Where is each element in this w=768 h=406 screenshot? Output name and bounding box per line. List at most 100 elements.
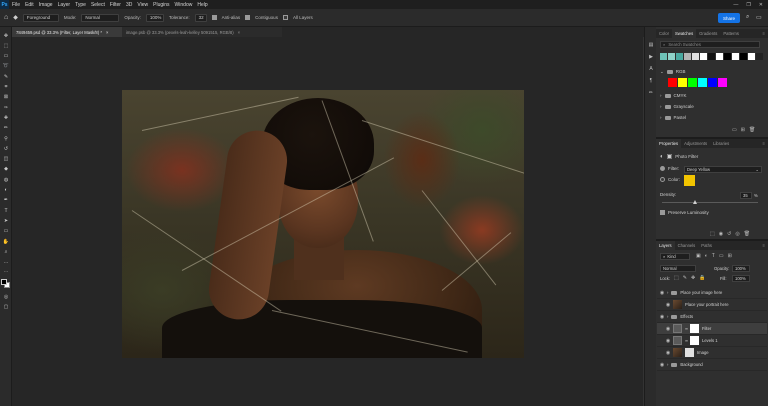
document-tab-2[interactable]: image.psb @ 33.3% (pexels-leah-kelley 50… — [122, 27, 282, 37]
visibility-eye-icon[interactable]: ◉ — [663, 347, 673, 359]
delete-icon[interactable]: 🗑 — [744, 231, 750, 237]
tab-channels[interactable]: Channels — [675, 241, 699, 250]
paint-bucket-icon[interactable]: ◆ — [13, 14, 18, 21]
visibility-eye-icon[interactable]: ◉ — [657, 359, 667, 371]
frame-tool-icon[interactable]: ⊠ — [2, 94, 10, 101]
swatch-folder-cmyk[interactable]: › CMYK — [660, 91, 764, 100]
clone-stamp-icon[interactable]: ⚲ — [2, 135, 10, 142]
quick-mask-icon[interactable]: ◎ — [2, 293, 10, 300]
history-brush-icon[interactable]: ↺ — [2, 145, 10, 152]
tab-patterns[interactable]: Patterns — [720, 29, 742, 38]
density-input[interactable]: 35 — [740, 192, 752, 199]
lock-pixels-icon[interactable]: ✎ — [683, 275, 687, 281]
layer-row[interactable]: ◉ Place your portrait here — [657, 299, 767, 311]
healing-brush-icon[interactable]: ✚ — [2, 114, 10, 121]
all-layers-checkbox[interactable] — [282, 15, 288, 20]
eraser-tool-icon[interactable]: ◫ — [2, 156, 10, 163]
rgb-swatch[interactable] — [668, 78, 677, 87]
panel-menu-icon[interactable]: ≡ — [760, 29, 768, 38]
menu-edit[interactable]: Edit — [25, 2, 34, 8]
character-panel-icon[interactable]: A — [647, 65, 655, 72]
type-filter-icon[interactable]: T — [712, 253, 715, 259]
layer-row[interactable]: ◉ Image — [657, 347, 767, 359]
close-icon[interactable]: × — [238, 30, 240, 35]
filter-select[interactable]: Deep Yellow ⌄ — [684, 166, 762, 173]
recent-swatch[interactable] — [732, 53, 739, 60]
menu-image[interactable]: Image — [39, 2, 53, 8]
pixel-filter-icon[interactable]: ▣ — [696, 253, 701, 259]
chevron-right-icon[interactable]: › — [667, 362, 668, 367]
home-icon[interactable]: ⌂ — [4, 14, 8, 21]
layer-row[interactable]: ◉ › Place your image here — [657, 287, 767, 299]
recent-swatch[interactable] — [676, 53, 683, 60]
tab-properties[interactable]: Properties — [656, 139, 682, 148]
visibility-eye-icon[interactable]: ◉ — [663, 299, 673, 311]
visibility-eye-icon[interactable]: ◉ — [657, 287, 667, 299]
quick-select-icon[interactable]: ✎ — [2, 73, 10, 80]
menu-filter[interactable]: Filter — [110, 2, 121, 8]
layer-row[interactable]: ◉ › Effects — [657, 311, 767, 323]
blend-mode-select[interactable]: Normal — [660, 265, 696, 272]
more-tools-icon[interactable]: … — [2, 259, 10, 266]
swatch-folder-rgb[interactable]: ⌄ RGB — [660, 67, 764, 76]
recent-swatch[interactable] — [756, 53, 763, 60]
panel-menu-icon[interactable]: ≡ — [760, 241, 768, 250]
artboard-tool-icon[interactable]: ⬚ — [2, 42, 10, 49]
rgb-swatch[interactable] — [678, 78, 687, 87]
minimize-icon[interactable]: — — [733, 2, 738, 8]
move-tool-icon[interactable]: ✥ — [2, 32, 10, 39]
brush-tool-icon[interactable]: ✏ — [2, 125, 10, 132]
layer-opacity-input[interactable]: 100% — [732, 265, 750, 272]
swatch-folder-grayscale[interactable]: › Grayscale — [660, 102, 764, 111]
recent-swatch[interactable] — [740, 53, 747, 60]
zoom-tool-icon[interactable]: ⌕ — [2, 248, 10, 255]
menu-select[interactable]: Select — [91, 2, 105, 8]
tab-paths[interactable]: Paths — [698, 241, 715, 250]
rgb-swatch[interactable] — [688, 78, 697, 87]
recent-swatch[interactable] — [700, 53, 707, 60]
folder-icon[interactable]: ▭ — [732, 127, 737, 133]
rgb-swatch[interactable] — [698, 78, 707, 87]
adjustment-filter-icon[interactable]: ◐ — [705, 253, 708, 259]
recent-swatch[interactable] — [716, 53, 723, 60]
foreground-color-swatch[interactable] — [1, 279, 7, 285]
screen-mode-icon[interactable]: ▢ — [2, 303, 10, 310]
fill-input[interactable]: 100% — [732, 275, 750, 282]
rgb-swatch[interactable] — [718, 78, 727, 87]
close-icon[interactable]: ✕ — [759, 2, 763, 8]
visibility-eye-icon[interactable]: ◉ — [663, 323, 673, 335]
lasso-tool-icon[interactable]: ➰ — [2, 63, 10, 70]
visibility-icon[interactable]: ◎ — [735, 231, 739, 237]
shape-filter-icon[interactable]: ▭ — [719, 253, 724, 259]
paint-bucket-icon[interactable]: ◆ — [2, 166, 10, 173]
reset-icon[interactable]: ↺ — [727, 231, 731, 237]
clip-icon[interactable]: ⬚ — [710, 231, 715, 237]
menu-view[interactable]: View — [137, 2, 148, 8]
tolerance-input[interactable]: 32 — [194, 13, 207, 22]
fill-source-select[interactable]: Foreground — [22, 13, 59, 22]
pen-tool-icon[interactable]: ✒ — [2, 197, 10, 204]
mode-select[interactable]: Normal — [81, 13, 120, 22]
chevron-right-icon[interactable]: › — [667, 314, 668, 319]
recent-swatch[interactable] — [692, 53, 699, 60]
restore-icon[interactable]: ❐ — [746, 2, 750, 8]
menu-file[interactable]: File — [12, 2, 20, 8]
menu-type[interactable]: Type — [75, 2, 86, 8]
history-panel-icon[interactable]: ▤ — [647, 41, 655, 48]
view-previous-icon[interactable]: ◉ — [719, 231, 723, 237]
visibility-eye-icon[interactable]: ◉ — [657, 311, 667, 323]
layer-row[interactable]: ◉ ∞ Levels 1 — [657, 335, 767, 347]
rgb-swatch[interactable] — [708, 78, 717, 87]
workspace-icon[interactable]: ▭ — [756, 14, 762, 21]
shape-tool-icon[interactable]: ▭ — [2, 228, 10, 235]
photoshop-logo[interactable]: Ps — [0, 0, 9, 9]
density-slider-thumb[interactable] — [693, 200, 698, 204]
recent-swatch[interactable] — [660, 53, 667, 60]
actions-panel-icon[interactable]: ▶ — [647, 53, 655, 60]
paragraph-panel-icon[interactable]: ¶ — [647, 77, 655, 84]
delete-icon[interactable]: 🗑 — [749, 127, 755, 133]
panel-menu-icon[interactable]: ≡ — [760, 139, 768, 148]
filter-color-swatch[interactable] — [684, 175, 695, 186]
dodge-tool-icon[interactable]: ◐ — [2, 187, 10, 194]
type-tool-icon[interactable]: T — [2, 207, 10, 214]
